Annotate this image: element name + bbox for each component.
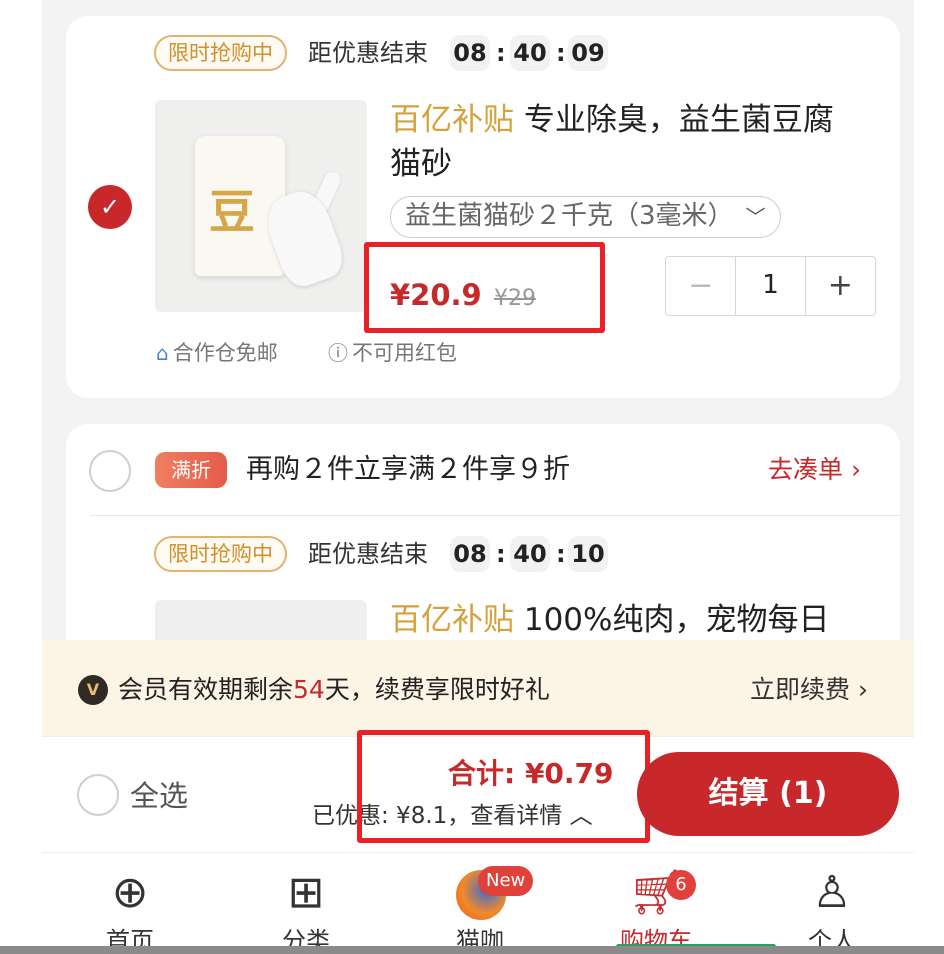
tab-cart[interactable]: 🛒︎ 购物车 — [596, 862, 716, 954]
tab-category[interactable]: ⊞ 分类 — [246, 862, 366, 954]
select-all-checkbox[interactable] — [77, 774, 119, 816]
product-title[interactable]: 百亿补贴 专业除臭，益生菌豆腐 — [390, 98, 834, 142]
product-title-text: 专业除臭，益生菌豆腐 — [523, 102, 834, 138]
promo-text: 再购２件立享满２件享９折 — [246, 454, 570, 485]
product-image[interactable]: 豆 — [155, 100, 367, 312]
member-expiry-text: 会员有效期剩余54天，续费享限时好礼 — [118, 672, 550, 708]
countdown-label: 距优惠结束 — [308, 39, 428, 67]
add-more-link-label: 去凑单 — [768, 455, 844, 484]
cart-count-badge: 6 — [666, 870, 696, 900]
member-days: 54 — [293, 675, 325, 704]
home-grid-icon: ⊕ — [111, 867, 149, 918]
member-text-before: 会员有效期剩余 — [118, 675, 294, 704]
spec-value: 益生菌猫砂２千克（3毫米） — [405, 201, 734, 231]
chevron-right-icon: › — [857, 675, 868, 704]
countdown-colon: : — [496, 540, 506, 568]
renew-link-label: 立即续费 — [750, 675, 851, 704]
vip-badge-icon: V — [78, 675, 108, 705]
countdown-minutes: 40 — [510, 35, 550, 71]
checkmark-icon: ✓ — [99, 193, 121, 221]
product-title-text: 100%纯肉，宠物每日 — [523, 602, 830, 638]
bottom-edge — [0, 946, 944, 954]
quantity-stepper[interactable]: − 1 + — [665, 256, 876, 316]
checkout-button[interactable]: 结算 (1) — [637, 752, 899, 836]
chevron-right-icon: › — [850, 455, 861, 484]
countdown-hours: 08 — [450, 35, 490, 71]
bag-logo-glyph: 豆 — [209, 185, 255, 239]
person-pro-icon: ♙ — [812, 867, 852, 918]
countdown-colon: : — [556, 39, 566, 67]
increase-button[interactable]: + — [806, 257, 875, 315]
redpacket-tag: ⓘ 不可用红包 — [328, 338, 457, 368]
total-highlight-box — [357, 730, 650, 843]
cart-icon: 🛒︎ — [628, 867, 684, 918]
product-title-line2[interactable]: 猫砂 — [390, 142, 452, 186]
subsidy-tag: 百亿补贴 — [390, 102, 514, 138]
price-highlight-box — [364, 242, 605, 333]
discount-badge: 满折 — [155, 452, 227, 488]
countdown-hours: 08 — [450, 536, 490, 572]
countdown-colon: : — [496, 39, 506, 67]
category-icon: ⊞ — [287, 867, 325, 918]
warehouse-tag: ⌂ 合作仓免邮 — [156, 338, 278, 368]
countdown-label: 距优惠结束 — [308, 540, 428, 568]
decrease-button[interactable]: − — [666, 257, 735, 315]
info-circle-icon: ⓘ — [328, 341, 348, 365]
member-text-after: 天，续费享限时好礼 — [324, 675, 550, 704]
subsidy-tag: 百亿补贴 — [390, 602, 514, 638]
select-all-label[interactable]: 全选 — [130, 776, 188, 816]
redpacket-tag-label: 不可用红包 — [352, 341, 457, 365]
renew-link[interactable]: 立即续费 › — [750, 672, 868, 708]
warehouse-tag-label: 合作仓免邮 — [172, 341, 278, 365]
flash-sale-badge: 限时抢购中 — [154, 536, 287, 572]
group-checkbox[interactable] — [89, 450, 131, 492]
spec-selector[interactable]: 益生菌猫砂２千克（3毫米） ﹀ — [390, 196, 781, 238]
house-icon: ⌂ — [156, 341, 169, 365]
chevron-down-icon: ﹀ — [745, 205, 766, 229]
product-title[interactable]: 百亿补贴 100%纯肉，宠物每日 — [390, 598, 829, 642]
countdown-minutes: 40 — [510, 536, 550, 572]
countdown-colon: : — [556, 540, 566, 568]
divider — [90, 515, 900, 516]
add-more-link[interactable]: 去凑单 › — [768, 450, 861, 490]
countdown-seconds: 10 — [568, 536, 608, 572]
item-checkbox-checked[interactable]: ✓ — [88, 185, 132, 229]
new-badge: New — [478, 866, 534, 896]
tab-profile[interactable]: ♙ 个人 — [772, 862, 892, 954]
flash-sale-badge: 限时抢购中 — [154, 35, 287, 71]
countdown-seconds: 09 — [568, 35, 608, 71]
quantity-value[interactable]: 1 — [735, 257, 806, 315]
tab-home[interactable]: ⊕ 首页 — [70, 862, 190, 954]
